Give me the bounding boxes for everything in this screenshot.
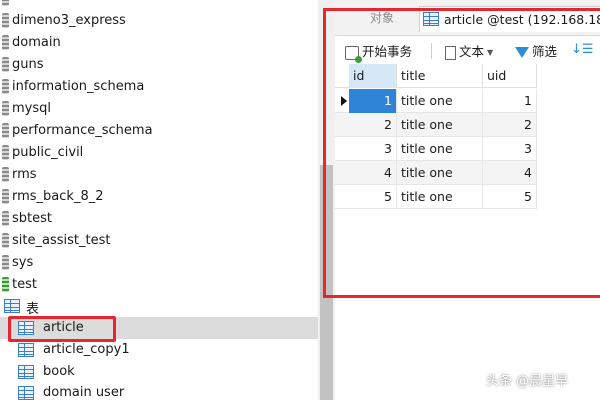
database-icon xyxy=(2,35,9,50)
database-icon xyxy=(2,79,9,94)
tree-item-db[interactable]: performance_schema xyxy=(0,120,318,142)
database-icon xyxy=(2,57,9,72)
table-data-pane: 对象 article @test (192.168.188 开始事务 文本 ▼ 筛… xyxy=(323,0,600,400)
tree-item-db-open[interactable]: test xyxy=(0,274,318,296)
tree-item-label: public_civil xyxy=(12,145,84,160)
tree-item-label: mysql xyxy=(12,101,51,116)
database-icon xyxy=(2,13,9,28)
highlight-box-data xyxy=(323,8,600,298)
database-icon xyxy=(2,255,9,270)
tree-item-db[interactable]: information_schema xyxy=(0,76,318,98)
table-icon xyxy=(18,365,34,379)
tree-item-label: rms_back_8_2 xyxy=(12,189,104,204)
table-icon xyxy=(18,343,34,357)
tree-item-db[interactable]: mysql xyxy=(0,98,318,120)
tree-item-label: sbtest xyxy=(12,211,52,226)
tree-item-table[interactable]: domain user xyxy=(0,382,318,400)
tree-item-db[interactable]: sys xyxy=(0,252,318,274)
tree-item-label: sys xyxy=(12,255,34,270)
database-icon xyxy=(2,189,9,204)
tree-item-db[interactable]: rms xyxy=(0,164,318,186)
tree-item-db[interactable] xyxy=(0,0,318,10)
tree-item-label: book xyxy=(43,364,75,379)
database-icon xyxy=(2,101,9,116)
tree-item-db[interactable]: rms_back_8_2 xyxy=(0,186,318,208)
database-icon xyxy=(2,145,9,160)
database-icon xyxy=(2,123,9,138)
tree-item-label: test xyxy=(12,277,37,292)
tree-item-label: guns xyxy=(12,57,44,72)
navigation-tree: dimeno3_express domain guns information_… xyxy=(0,0,318,400)
tree-item-table[interactable]: book xyxy=(0,361,318,383)
tree-item-label: site_assist_test xyxy=(12,233,111,248)
tree-item-label: rms xyxy=(12,167,37,182)
database-icon xyxy=(2,233,9,248)
database-icon xyxy=(2,0,9,6)
watermark-text: 头条 @晨星早 xyxy=(486,374,569,389)
tree-item-db[interactable]: dimeno3_express xyxy=(0,10,318,32)
tree-item-label: domain xyxy=(12,35,61,50)
database-icon xyxy=(2,211,9,226)
tree-item-db[interactable]: sbtest xyxy=(0,208,318,230)
tree-item-table[interactable]: article_copy1 xyxy=(0,339,318,361)
tree-item-label: domain user xyxy=(43,385,125,400)
table-icon xyxy=(18,386,34,400)
tree-item-label: article_copy1 xyxy=(43,342,130,357)
highlight-box-article xyxy=(8,316,116,342)
tree-item-label: dimeno3_express xyxy=(12,13,126,28)
tree-item-db[interactable]: site_assist_test xyxy=(0,230,318,252)
table-folder-icon xyxy=(4,299,20,313)
tree-item-label: 表 xyxy=(26,302,40,317)
database-icon xyxy=(2,167,9,182)
tree-item-tables-folder[interactable]: 表 xyxy=(0,295,318,317)
tree-item-db[interactable]: public_civil xyxy=(0,142,318,164)
tree-item-label: performance_schema xyxy=(12,123,153,138)
tree-item-db[interactable]: guns xyxy=(0,54,318,76)
database-open-icon xyxy=(2,277,9,292)
tree-item-label: information_schema xyxy=(12,79,145,94)
tree-item-db[interactable]: domain xyxy=(0,32,318,54)
